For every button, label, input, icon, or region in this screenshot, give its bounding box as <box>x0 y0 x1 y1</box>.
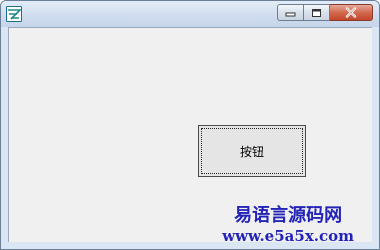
watermark-url: www.e5a5x.com <box>222 227 354 245</box>
maximize-icon <box>312 8 321 17</box>
maximize-button[interactable] <box>304 4 330 21</box>
minimize-button[interactable] <box>277 4 304 21</box>
minimize-icon <box>285 12 296 16</box>
caption-buttons <box>277 4 373 23</box>
title-bar[interactable] <box>1 1 379 27</box>
form-button-label: 按钮 <box>239 144 264 159</box>
close-button[interactable] <box>330 4 373 21</box>
watermark-title: 易语言源码网 <box>234 205 343 226</box>
app-icon[interactable] <box>6 6 22 22</box>
watermark: 易语言源码网 www.e5a5x.com <box>222 207 354 244</box>
close-icon <box>345 7 357 18</box>
form-button[interactable]: 按钮 <box>198 125 306 177</box>
